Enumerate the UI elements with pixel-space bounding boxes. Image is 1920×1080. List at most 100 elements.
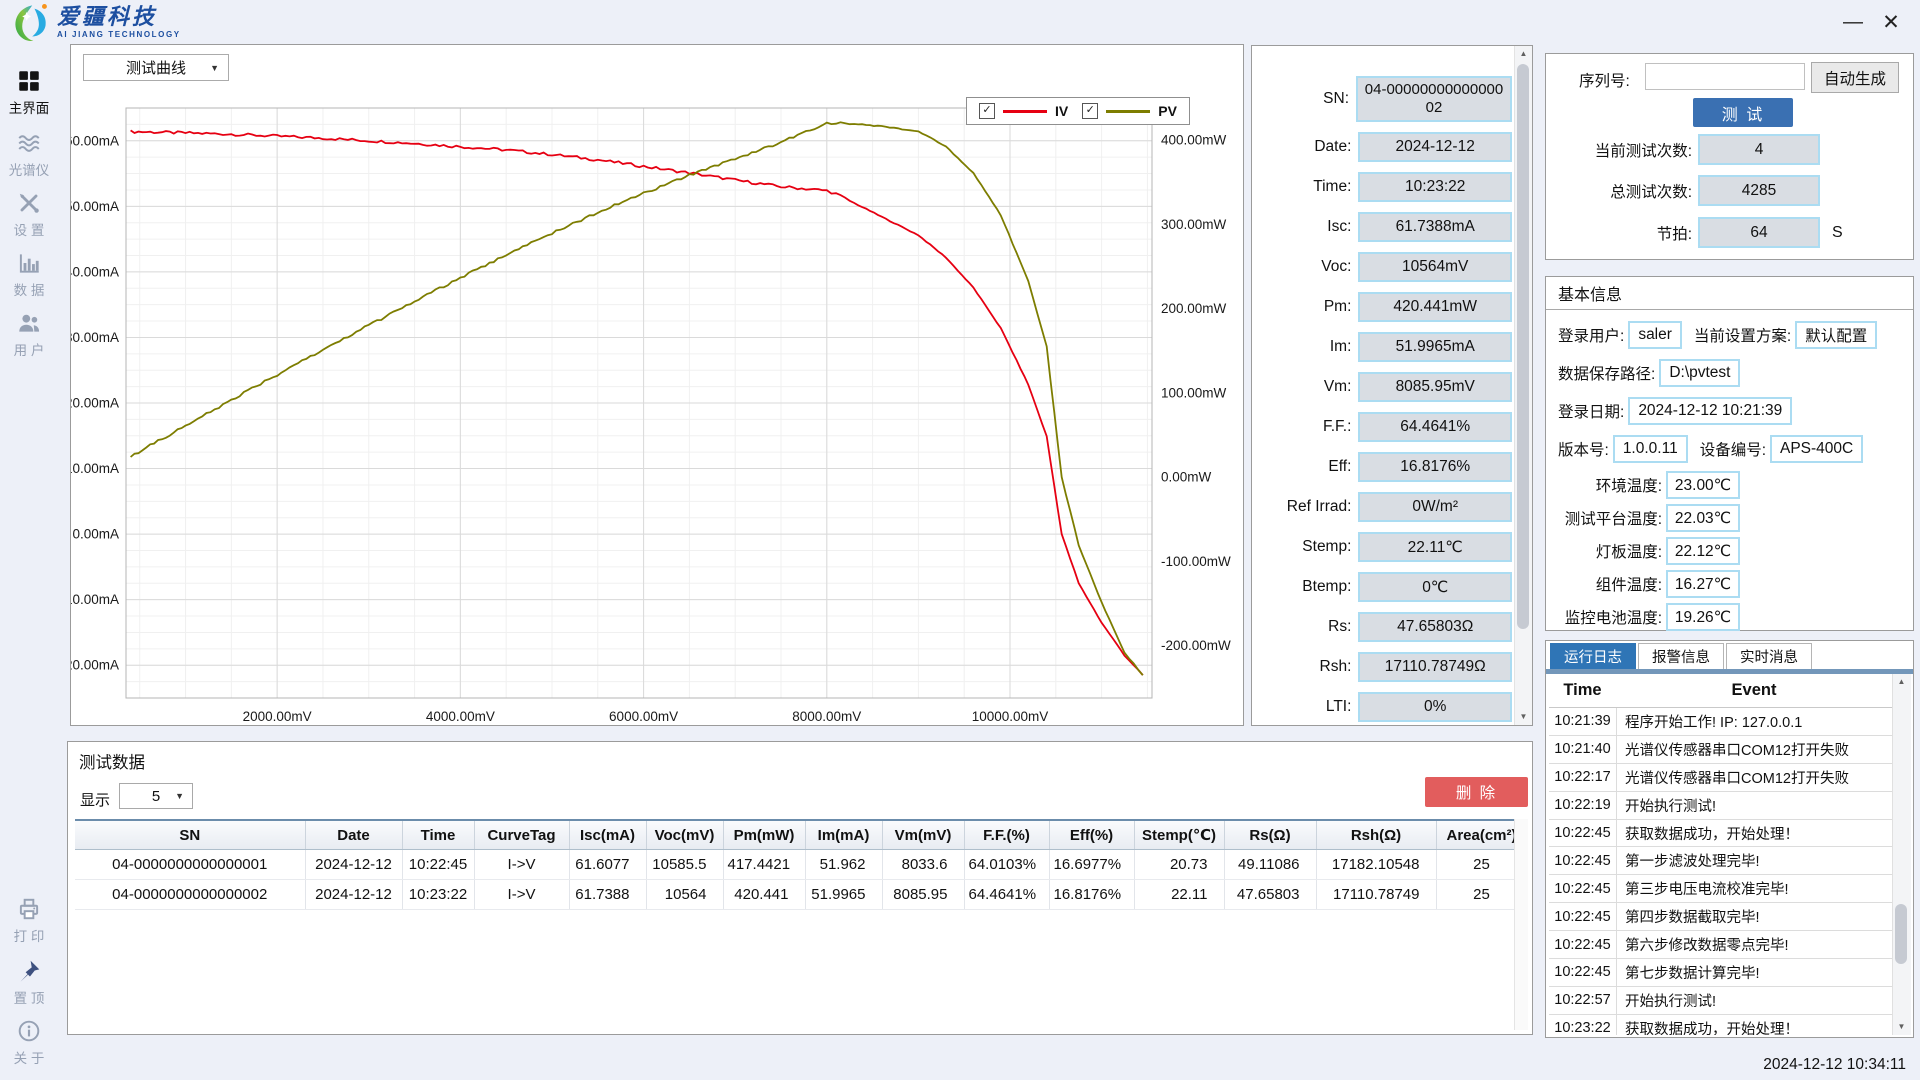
table-column-header[interactable]: Rsh(Ω) [1316,820,1436,850]
log-row[interactable]: 10:21:39程序开始工作! IP: 127.0.0.1 [1549,708,1892,736]
basic-info-title: 基本信息 [1546,277,1913,310]
users-icon [0,310,58,338]
sidebar-item-grid[interactable]: 主界面 [0,68,58,117]
sidebar-item-spectrum-waves[interactable]: 光谱仪 [0,130,58,179]
table-cell: 64.0103% [964,850,1049,880]
serial-label: 序列号: [1579,69,1630,91]
scroll-down-icon[interactable]: ▼ [1515,709,1532,725]
log-event: 获取数据成功，开始处理！ [1617,1018,1892,1035]
temperature-label: 测试平台温度: [1558,507,1662,529]
scroll-up-icon[interactable]: ▲ [1515,46,1532,62]
table-row[interactable]: 04-00000000000000012024-12-1210:22:45I->… [75,850,1527,880]
counter-row: 当前测试次数:4 [1549,134,1820,165]
svg-text:-10.00mA: -10.00mA [71,592,119,607]
counter-unit: S [1832,224,1843,242]
table-row[interactable]: 04-00000000000000022024-12-1210:23:22I->… [75,880,1527,910]
table-column-header[interactable]: Isc(mA) [569,820,646,850]
app-logo: 爱疆科技 AI JIANG TECHNOLOGY [10,2,181,42]
table-column-header[interactable]: Voc(mV) [646,820,723,850]
result-value: 8085.95mV [1358,372,1512,402]
log-row[interactable]: 10:22:45第三步电压电流校准完毕! [1549,875,1892,903]
temperature-row: 监控电池温度:19.26℃ [1558,603,1740,631]
table-column-header[interactable]: Date [305,820,402,850]
counter-value: 4285 [1698,175,1820,206]
table-cell: 417.4421 [723,850,805,880]
table-column-header[interactable]: Stemp(℃) [1134,820,1224,850]
result-label: Btemp: [1252,578,1358,596]
log-row[interactable]: 10:22:45第七步数据计算完毕! [1549,959,1892,987]
log-scrollbar[interactable]: ▲ ▼ [1892,674,1911,1035]
auto-generate-button[interactable]: 自动生成 [1811,62,1899,93]
log-row[interactable]: 10:21:40光谱仪传感器串口COM12打开失败 [1549,736,1892,764]
results-scrollbar[interactable]: ▲ ▼ [1514,46,1532,725]
log-row[interactable]: 10:22:19开始执行测试! [1549,792,1892,820]
table-column-header[interactable]: Eff(%) [1049,820,1134,850]
tools-icon [0,190,58,218]
log-row[interactable]: 10:23:22获取数据成功，开始处理！ [1549,1015,1892,1035]
log-tab[interactable]: 实时消息 [1726,643,1812,669]
table-cell: I->V [474,880,569,910]
log-row[interactable]: 10:22:45第六步修改数据零点完毕! [1549,931,1892,959]
info-icon [0,1018,58,1046]
result-label: Im: [1252,338,1358,356]
minimize-button[interactable]: — [1838,8,1868,36]
table-column-header[interactable]: CurveTag [474,820,569,850]
pin-icon [0,958,58,986]
table-column-header[interactable]: SN [75,820,305,850]
table-column-header[interactable]: Rs(Ω) [1224,820,1316,850]
log-row[interactable]: 10:22:45获取数据成功，开始处理！ [1549,820,1892,848]
table-column-header[interactable]: Time [402,820,474,850]
result-value: 17110.78749Ω [1358,652,1512,682]
serial-input[interactable] [1645,63,1805,90]
log-tab[interactable]: 报警信息 [1638,643,1724,669]
legend-label: PV [1158,103,1177,119]
sidebar-item-label: 光谱仪 [0,159,58,179]
log-row[interactable]: 10:22:17光谱仪传感器串口COM12打开失败 [1549,764,1892,792]
table-cell: 49.11086 [1224,850,1316,880]
scroll-down-icon[interactable]: ▼ [1893,1019,1910,1035]
result-value: 0% [1358,692,1512,722]
table-column-header[interactable]: Im(mA) [805,820,882,850]
result-label: Vm: [1252,378,1358,396]
scrollbar-thumb[interactable] [1517,64,1529,629]
scrollbar-thumb[interactable] [1895,904,1907,964]
log-row[interactable]: 10:22:57开始执行测试! [1549,987,1892,1015]
table-column-header[interactable]: F.F.(%) [964,820,1049,850]
curve-type-select[interactable]: 测试曲线 ▼ [83,54,229,81]
show-count-select[interactable]: 5 ▼ [119,783,193,809]
chart-legend: ✓IV✓PV [966,97,1190,125]
checkbox-icon[interactable]: ✓ [979,103,995,119]
table-cell: 16.6977% [1049,850,1134,880]
sidebar-item-info[interactable]: 关 于 [0,1018,58,1067]
results-panel: SN:04-0000000000000002Date:2024-12-12Tim… [1251,45,1533,726]
checkbox-icon[interactable]: ✓ [1082,103,1098,119]
log-row[interactable]: 10:22:45第四步数据截取完毕! [1549,903,1892,931]
close-button[interactable]: ✕ [1876,8,1906,36]
table-cell: 2024-12-12 [305,850,402,880]
sidebar-item-printer[interactable]: 打 印 [0,896,58,945]
delete-button[interactable]: 删 除 [1425,777,1528,807]
test-button[interactable]: 测 试 [1693,98,1793,127]
result-row: Pm:420.441mW [1252,292,1512,322]
result-value: 47.65803Ω [1358,612,1512,642]
sidebar-item-tools[interactable]: 设 置 [0,190,58,239]
scroll-up-icon[interactable]: ▲ [1893,674,1910,690]
sidebar-item-users[interactable]: 用 户 [0,310,58,359]
table-column-header[interactable]: Pm(mW) [723,820,805,850]
temperature-value: 19.26℃ [1666,603,1740,631]
grid-icon [0,68,58,96]
log-row[interactable]: 10:22:45第一步滤波处理完毕! [1549,847,1892,875]
log-time: 10:22:45 [1549,820,1617,847]
table-scrollbar[interactable] [1514,819,1528,1030]
log-time: 10:22:57 [1549,987,1617,1014]
log-tab[interactable]: 运行日志 [1550,643,1636,669]
svg-text:-200.00mW: -200.00mW [1161,638,1231,653]
result-label: Voc: [1252,258,1358,276]
table-column-header[interactable]: Vm(mV) [882,820,964,850]
log-time: 10:23:22 [1549,1015,1617,1035]
sidebar-item-pin[interactable]: 置 顶 [0,958,58,1007]
table-cell: 64.4641% [964,880,1049,910]
svg-text:8000.00mV: 8000.00mV [792,709,861,724]
chevron-down-icon: ▼ [175,791,184,801]
sidebar-item-bar-chart[interactable]: 数 据 [0,250,58,299]
